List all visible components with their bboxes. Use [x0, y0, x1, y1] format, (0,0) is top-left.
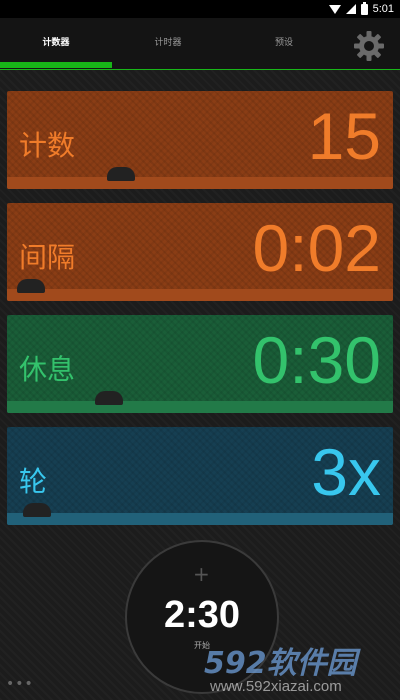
plus-icon: +: [193, 562, 210, 586]
tab-presets[interactable]: 预设: [228, 18, 340, 68]
rest-handle[interactable]: [95, 391, 123, 405]
count-value: 15: [307, 99, 381, 173]
wifi-icon: [328, 4, 341, 14]
rounds-label: 轮: [19, 465, 48, 498]
gear-icon[interactable]: [352, 29, 386, 63]
count-label: 计数: [19, 129, 76, 162]
interval-card[interactable]: 间隔 0:02: [7, 203, 393, 301]
status-icons: 5:01: [328, 1, 394, 17]
rounds-value: 3x: [311, 435, 381, 509]
total-time: 2:30: [163, 594, 241, 636]
tab-bar: 计数器 计时器 预设: [0, 18, 400, 70]
rest-card[interactable]: 休息 0:30: [7, 315, 393, 413]
watermark-url: www.592xiazai.com: [210, 678, 342, 695]
interval-value: 0:02: [252, 211, 381, 285]
count-card[interactable]: 计数 15: [7, 91, 393, 189]
main-content: 计数 15 间隔 0:02 休息 0:30 轮 3x + 2:30 开始 •••…: [0, 70, 400, 700]
active-tab-indicator: [0, 62, 112, 68]
battery-icon: [360, 1, 368, 15]
rounds-strip: [7, 513, 393, 525]
more-icon[interactable]: •••: [6, 676, 34, 692]
count-strip: [7, 177, 393, 189]
tab-counter[interactable]: 计数器: [0, 18, 112, 68]
watermark: 592软件园 www.592xiazai.com: [196, 636, 400, 700]
count-handle[interactable]: [107, 167, 135, 181]
signal-icon: [345, 4, 356, 14]
status-bar: 5:01: [0, 0, 400, 18]
interval-handle[interactable]: [17, 279, 45, 293]
rounds-card[interactable]: 轮 3x: [7, 427, 393, 525]
status-time: 5:01: [372, 3, 394, 15]
rest-strip: [7, 401, 393, 413]
interval-label: 间隔: [19, 241, 76, 274]
watermark-logo: 592软件园: [204, 646, 357, 681]
rest-label: 休息: [19, 353, 76, 386]
tab-timer[interactable]: 计时器: [112, 18, 224, 68]
rest-value: 0:30: [252, 323, 381, 397]
interval-strip: [7, 289, 393, 301]
rounds-handle[interactable]: [23, 503, 51, 517]
